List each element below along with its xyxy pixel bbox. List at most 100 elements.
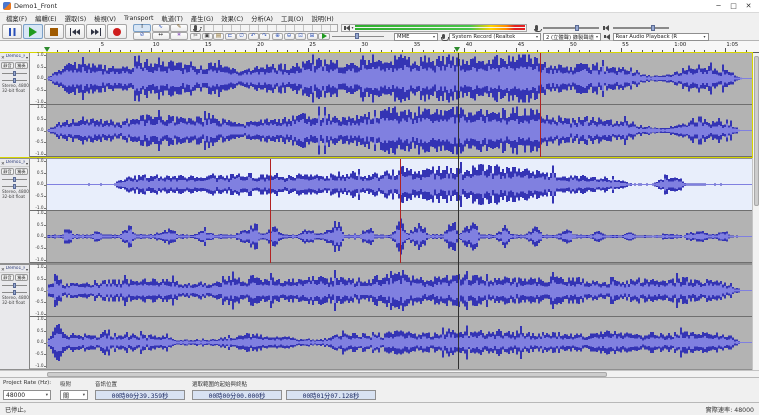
- track-close-button[interactable]: [1, 159, 5, 167]
- multi-tool-button[interactable]: ∗: [170, 32, 188, 40]
- silence-button[interactable]: ∅: [236, 33, 247, 41]
- play-button[interactable]: [23, 24, 43, 39]
- timeshift-tool-button[interactable]: ↔: [152, 32, 170, 40]
- solo-button[interactable]: 獨奏: [15, 62, 28, 69]
- horizontal-scrollbar[interactable]: [0, 370, 759, 377]
- selection-end-field[interactable]: 00時01分07.128秒: [286, 390, 376, 400]
- snap-select[interactable]: 關: [60, 390, 88, 400]
- recording-meter[interactable]: ▾: [190, 24, 338, 32]
- vruler-label: -0.5: [35, 140, 43, 144]
- play-at-speed-button[interactable]: [318, 33, 330, 41]
- zoom-out-button[interactable]: ⊖: [284, 33, 295, 41]
- menu-item-5[interactable]: 軌道(T): [158, 14, 187, 23]
- vertical-scrollbar[interactable]: [752, 53, 759, 370]
- waveform-display[interactable]: [47, 53, 752, 104]
- slider-thumb[interactable]: [355, 33, 359, 39]
- gain-slider[interactable]: [2, 282, 27, 288]
- close-button[interactable]: ✕: [741, 2, 756, 10]
- selection-start-marker[interactable]: [44, 47, 50, 52]
- playback-meter[interactable]: ▾: [341, 24, 527, 32]
- recording-device-select[interactable]: System Record (Realtek: [449, 33, 541, 41]
- timeline-ruler[interactable]: 5101520253035404550551:001:05: [0, 41, 759, 53]
- menu-item-9[interactable]: 工具(O): [277, 14, 307, 23]
- gain-slider[interactable]: [2, 176, 27, 182]
- cut-button[interactable]: ✂: [190, 33, 201, 41]
- vertical-scrollbar-thumb[interactable]: [754, 56, 759, 206]
- timeline-tick: [443, 50, 444, 53]
- vertical-ruler[interactable]: 1.00.50.0-0.5-1.0: [30, 211, 47, 262]
- track-close-button[interactable]: [1, 265, 5, 273]
- menu-item-2[interactable]: 選取(S): [61, 14, 91, 23]
- draw-tool-button[interactable]: ✎: [170, 24, 188, 32]
- menu-item-6[interactable]: 產生(G): [187, 14, 217, 23]
- vertical-ruler[interactable]: 1.00.50.0-0.5-1.0: [30, 159, 47, 210]
- undo-button[interactable]: ↶: [248, 33, 259, 41]
- clip-boundary-line[interactable]: [540, 53, 541, 157]
- track-menu-button[interactable]: [26, 265, 28, 273]
- gain-slider[interactable]: [2, 70, 27, 76]
- playback-device-select[interactable]: Rear Audio Playback (R: [613, 33, 709, 41]
- skip-to-end-button[interactable]: [86, 24, 106, 39]
- timeline-tick: [360, 48, 361, 53]
- menu-item-10[interactable]: 說明(H): [308, 14, 338, 23]
- clip-boundary-line[interactable]: [270, 159, 271, 263]
- zoom-selection-button[interactable]: ⊡: [295, 33, 306, 41]
- slider-thumb[interactable]: [651, 25, 655, 31]
- menu-item-1[interactable]: 編輯(E): [31, 14, 61, 23]
- recording-channels-select[interactable]: 2 (立體聲) 錄製聲道: [543, 33, 601, 41]
- audio-position-field[interactable]: 00時00分39.359秒: [95, 390, 185, 400]
- vertical-ruler[interactable]: 1.00.50.0-0.5-1.0: [30, 53, 47, 104]
- menu-item-3[interactable]: 檢視(V): [90, 14, 120, 23]
- vertical-ruler[interactable]: 1.00.50.0-0.5-1.0: [30, 317, 47, 368]
- paste-button[interactable]: ▤: [213, 33, 224, 41]
- menu-item-7[interactable]: 效果(C): [217, 14, 247, 23]
- pause-button[interactable]: [2, 24, 22, 39]
- waveform-display[interactable]: [47, 105, 752, 156]
- menu-item-8[interactable]: 分析(A): [247, 14, 277, 23]
- vertical-ruler[interactable]: 1.00.50.0-0.5-1.0: [30, 105, 47, 156]
- zoom-in-button[interactable]: ⊕: [272, 33, 283, 41]
- record-button[interactable]: [107, 24, 127, 39]
- solo-button[interactable]: 獨奏: [15, 274, 28, 281]
- meter-dropdown-icon[interactable]: ▾: [352, 25, 354, 30]
- trim-button[interactable]: ⊏: [225, 33, 236, 41]
- minimize-button[interactable]: ─: [711, 2, 726, 10]
- pan-slider[interactable]: [2, 77, 27, 83]
- solo-button[interactable]: 獨奏: [15, 168, 28, 175]
- playback-volume-slider[interactable]: [613, 24, 669, 31]
- track-menu-button[interactable]: [26, 159, 28, 167]
- pan-slider[interactable]: [2, 289, 27, 295]
- slider-thumb[interactable]: [575, 25, 579, 31]
- envelope-tool-button[interactable]: ∿: [152, 24, 170, 32]
- copy-button[interactable]: ▣: [202, 33, 213, 41]
- timeline-tick: [715, 50, 716, 53]
- maximize-button[interactable]: □: [726, 2, 741, 10]
- mute-button[interactable]: 靜音: [1, 274, 14, 281]
- recording-volume-slider[interactable]: [543, 24, 599, 31]
- waveform-display[interactable]: [47, 317, 752, 368]
- redo-button[interactable]: ↷: [259, 33, 270, 41]
- stop-button[interactable]: [44, 24, 64, 39]
- menu-item-4[interactable]: Transport: [120, 15, 158, 22]
- pan-slider[interactable]: [2, 183, 27, 189]
- track-title[interactable]: Demo1_Front: [6, 54, 25, 59]
- track-menu-button[interactable]: [26, 53, 28, 61]
- mute-button[interactable]: 靜音: [1, 62, 14, 69]
- clip-boundary-line[interactable]: [400, 159, 401, 263]
- zoom-project-button[interactable]: ⊞: [307, 33, 318, 41]
- selection-tool-button[interactable]: I: [133, 24, 151, 32]
- track-title[interactable]: Demo1_Front: [6, 266, 25, 271]
- waveform-display[interactable]: [47, 265, 752, 316]
- project-rate-select[interactable]: 48000: [3, 390, 51, 400]
- audio-host-select[interactable]: MME: [394, 33, 438, 41]
- mute-button[interactable]: 靜音: [1, 168, 14, 175]
- vertical-ruler[interactable]: 1.00.50.0-0.5-1.0: [30, 265, 47, 316]
- zoom-tool-button[interactable]: ⊘: [133, 32, 151, 40]
- track-close-button[interactable]: [1, 53, 5, 61]
- track-title[interactable]: Demo1_Front: [6, 160, 25, 165]
- skip-to-start-button[interactable]: [65, 24, 85, 39]
- menu-item-0[interactable]: 檔案(F): [2, 14, 31, 23]
- selection-start-field[interactable]: 00時00分00.000秒: [192, 390, 282, 400]
- playhead-marker[interactable]: [454, 47, 460, 52]
- play-speed-slider[interactable]: [332, 33, 384, 40]
